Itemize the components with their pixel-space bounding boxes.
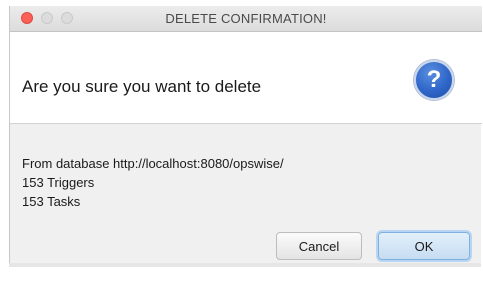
- dialog-content: From database http://localhost:8080/opsw…: [10, 124, 482, 263]
- header-question: Are you sure you want to delete: [22, 77, 262, 96]
- underlying-window-edge: [9, 263, 481, 267]
- ok-button[interactable]: OK: [378, 232, 470, 260]
- window-title: DELETE CONFIRMATION!: [165, 11, 327, 26]
- cancel-button[interactable]: Cancel: [276, 232, 362, 260]
- dialog-header: Are you sure you want to delete ?: [10, 32, 482, 124]
- question-icon: ?: [414, 60, 454, 100]
- message-triggers-line: 153 Triggers: [22, 175, 95, 190]
- message-database-line: From database http://localhost:8080/opsw…: [22, 156, 284, 171]
- dialog-window: DELETE CONFIRMATION! Are you sure you wa…: [9, 6, 482, 263]
- message-tasks-line: 153 Tasks: [22, 194, 81, 209]
- title-bar[interactable]: DELETE CONFIRMATION!: [10, 6, 482, 32]
